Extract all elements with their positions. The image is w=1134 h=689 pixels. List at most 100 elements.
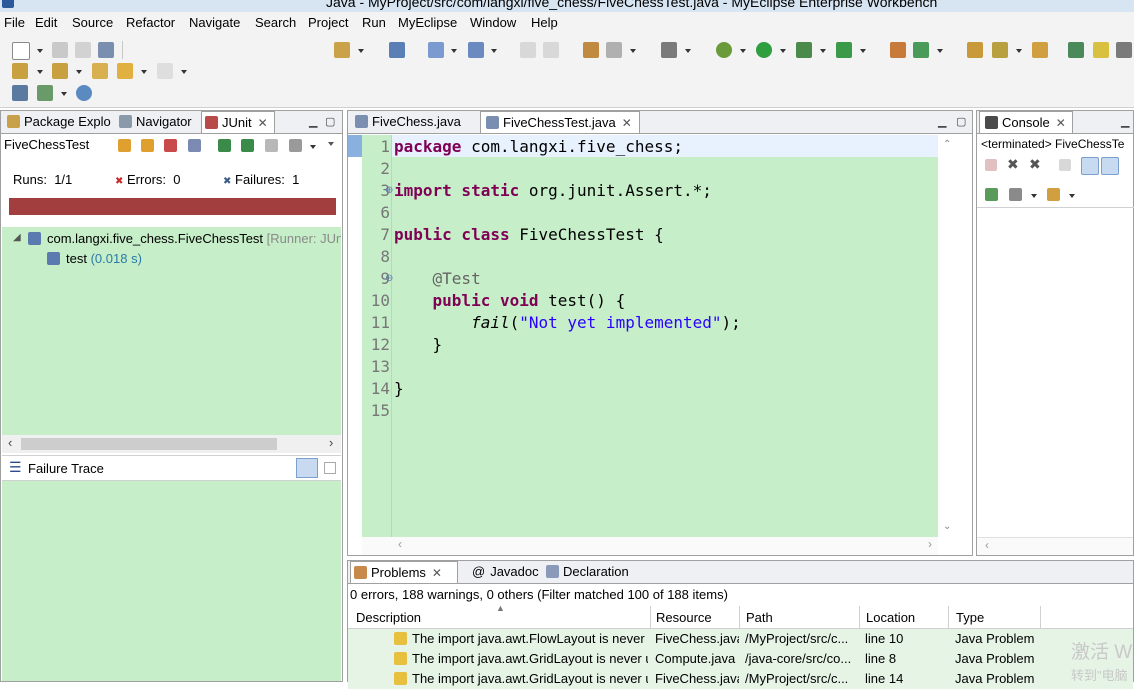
new-class-icon[interactable] [913, 42, 929, 58]
tree-item-test-method[interactable]: test (0.018 s) [66, 251, 142, 266]
menu-search[interactable]: Search [255, 15, 296, 30]
menu-navigate[interactable]: Navigate [189, 15, 240, 30]
menu-refactor[interactable]: Refactor [126, 15, 175, 30]
tab-fivechess-java[interactable]: FiveChess.java [350, 111, 478, 133]
scroll-down-icon[interactable]: ⌄ [943, 521, 951, 532]
pencil-icon[interactable] [992, 42, 1008, 58]
camera-dropdown-icon[interactable] [685, 49, 691, 53]
open-folder-icon[interactable] [967, 42, 983, 58]
web-dropdown-icon[interactable] [491, 49, 497, 53]
external-tools-dropdown-icon[interactable] [860, 49, 866, 53]
menu-myeclipse[interactable]: MyEclipse [398, 15, 457, 30]
new-dropdown-icon[interactable] [37, 49, 43, 53]
scroll-up-icon[interactable]: ⌃ [943, 139, 951, 150]
menu-run[interactable]: Run [362, 15, 386, 30]
deploy-icon[interactable] [334, 42, 350, 58]
show-failures-only-icon[interactable] [164, 139, 177, 152]
next-annotation-icon[interactable] [12, 63, 28, 79]
stop-icon[interactable] [265, 139, 278, 152]
tab-console[interactable]: Console ✕ [979, 111, 1073, 133]
pin-icon[interactable] [1068, 42, 1084, 58]
rerun-icon[interactable] [218, 139, 231, 152]
tab-javadoc[interactable]: @ Javadoc [466, 561, 540, 583]
history-dropdown-icon[interactable] [310, 145, 316, 149]
tab-navigator[interactable]: Navigator [115, 111, 201, 133]
scroll-right-icon[interactable]: › [928, 537, 932, 551]
table-row[interactable]: The import java.awt.FlowLayout is never … [348, 629, 1133, 649]
code-line[interactable]: public class FiveChessTest { [394, 225, 664, 244]
tree-item-test-class[interactable]: com.langxi.five_chess.FiveChessTest [Run… [47, 231, 341, 246]
debug-dropdown-icon[interactable] [740, 49, 746, 53]
code-line[interactable]: public void test() { [394, 291, 626, 310]
close-icon[interactable]: ✕ [622, 116, 632, 130]
menu-source[interactable]: Source [72, 15, 113, 30]
prev-annotation-dropdown-icon[interactable] [76, 70, 82, 74]
save-all-icon[interactable] [75, 42, 91, 58]
scroll-lock-icon[interactable] [1081, 157, 1099, 175]
table-row[interactable]: The import java.awt.GridLayout is never … [348, 649, 1133, 669]
hierarchy-icon[interactable] [12, 85, 28, 101]
code-area[interactable]: 1 package com.langxi.five_chess; 2 3 import … [362, 135, 938, 537]
open-type-icon[interactable] [583, 42, 599, 58]
forward-icon[interactable] [157, 63, 173, 79]
column-header-resource[interactable]: Resource [656, 610, 712, 625]
external-tools-icon[interactable] [836, 42, 852, 58]
wizard-icon[interactable] [428, 42, 444, 58]
editor-horizontal-scrollbar[interactable]: ‹ › [362, 537, 938, 555]
tab-problems[interactable]: Problems ✕ [350, 561, 458, 583]
wizard-dropdown-icon[interactable] [451, 49, 457, 53]
disconnect-icon[interactable] [543, 42, 559, 58]
scroll-left-icon[interactable]: ‹ [398, 537, 402, 551]
highlight-icon[interactable] [1093, 42, 1109, 58]
prev-annotation-icon[interactable] [52, 63, 68, 79]
display-console-dropdown-icon[interactable] [1031, 194, 1037, 198]
filter-stack-icon[interactable] [296, 458, 318, 478]
fold-expand-icon[interactable]: ⊕ [385, 185, 393, 196]
clear-console-icon[interactable] [1059, 159, 1071, 171]
close-icon[interactable]: ✕ [1056, 116, 1066, 130]
menu-project[interactable]: Project [308, 15, 348, 30]
last-edit-icon[interactable] [92, 63, 108, 79]
remove-launch-icon[interactable]: ✖ [1007, 156, 1019, 173]
open-console-icon[interactable] [1047, 188, 1060, 201]
minimize-icon[interactable]: ▁ [1121, 115, 1129, 128]
minimize-icon[interactable]: ▁ [309, 115, 317, 128]
remove-all-icon[interactable]: ✖ [1029, 156, 1041, 173]
pin-console-icon[interactable] [985, 188, 998, 201]
debug-icon[interactable] [716, 42, 732, 58]
camera-icon[interactable] [661, 42, 677, 58]
coverage-icon[interactable] [796, 42, 812, 58]
scroll-left-icon[interactable]: ‹ [985, 538, 989, 552]
menu-edit[interactable]: Edit [35, 15, 57, 30]
menu-window[interactable]: Window [470, 15, 516, 30]
run-icon[interactable] [756, 42, 772, 58]
forward-dropdown-icon[interactable] [181, 70, 187, 74]
code-line[interactable]: @Test [394, 269, 481, 288]
close-icon[interactable]: ✕ [258, 116, 268, 130]
next-failure-icon[interactable] [118, 139, 131, 152]
minimize-icon[interactable]: ▁ [938, 115, 946, 128]
code-line[interactable]: import static org.junit.Assert.*; [394, 181, 712, 200]
code-line[interactable]: fail("Not yet implemented"); [394, 313, 741, 332]
close-icon[interactable]: ✕ [432, 566, 442, 580]
deploy-dropdown-icon[interactable] [358, 49, 364, 53]
rerun-failed-icon[interactable] [241, 139, 254, 152]
view-menu-icon[interactable] [328, 142, 334, 146]
tree-horizontal-scrollbar[interactable]: ‹ › [2, 435, 341, 453]
maximize-icon[interactable]: ▢ [325, 115, 335, 128]
next-annotation-dropdown-icon[interactable] [37, 70, 43, 74]
coverage-dropdown-icon[interactable] [820, 49, 826, 53]
outline-icon[interactable] [37, 85, 53, 101]
save-icon[interactable] [52, 42, 68, 58]
table-row[interactable]: The import java.awt.GridLayout is never … [348, 669, 1133, 689]
browser-dropdown-icon[interactable] [630, 49, 636, 53]
back-icon[interactable] [117, 63, 133, 79]
column-header-type[interactable]: Type [956, 610, 984, 625]
globe-icon[interactable] [76, 85, 92, 101]
history-icon[interactable] [289, 139, 302, 152]
code-line[interactable]: } [394, 335, 443, 354]
perspective-icon[interactable] [1116, 42, 1132, 58]
new-class-dropdown-icon[interactable] [937, 49, 943, 53]
column-header-location[interactable]: Location [866, 610, 915, 625]
print-icon[interactable] [98, 42, 114, 58]
